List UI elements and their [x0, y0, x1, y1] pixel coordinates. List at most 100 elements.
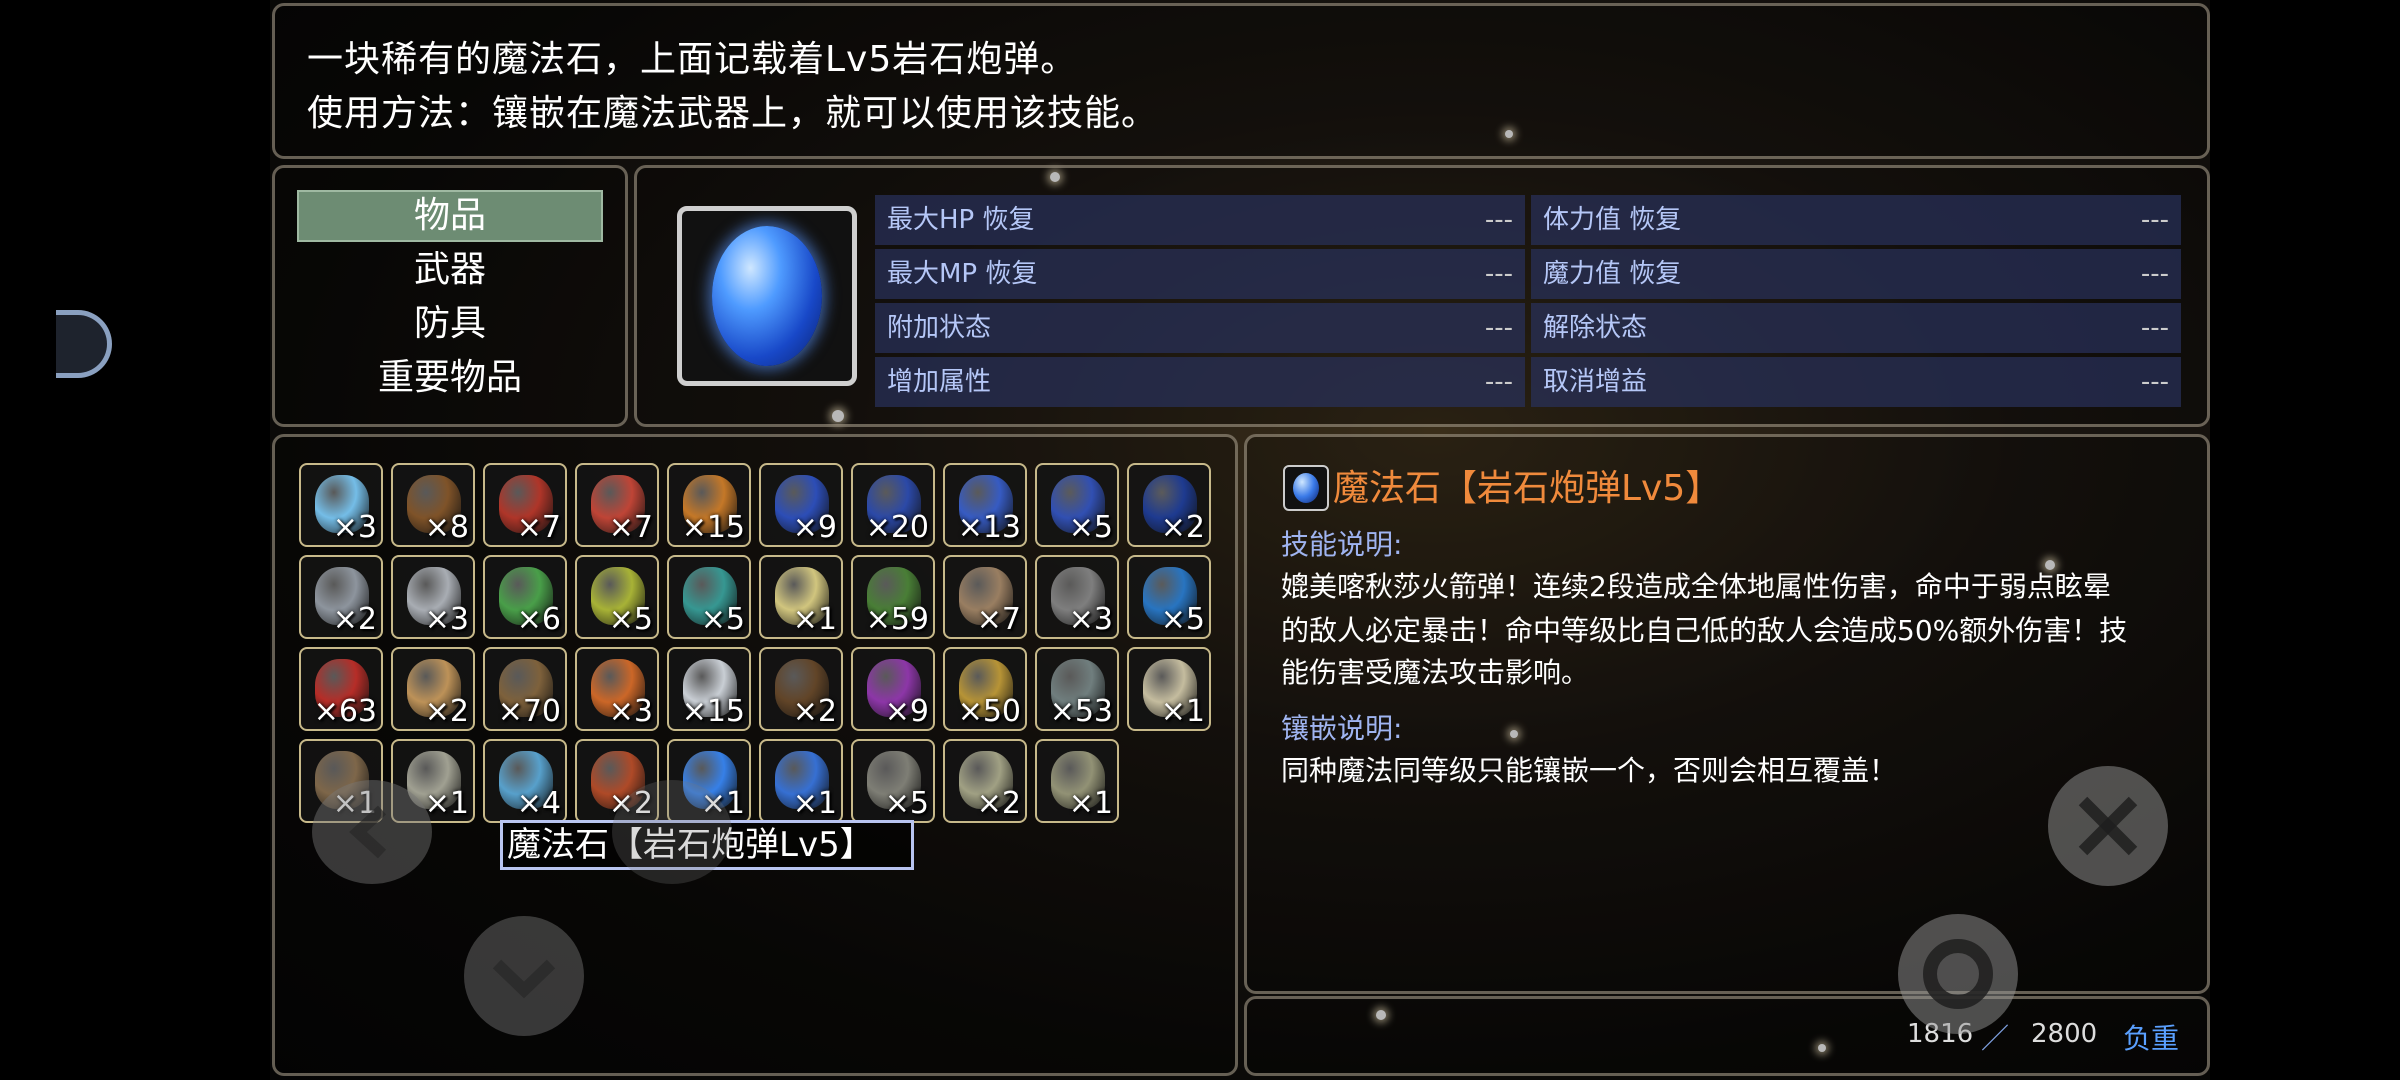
inventory-slot[interactable]: ×7	[575, 463, 659, 547]
detail-title: 魔法石【岩石炮弹Lv5】	[1333, 468, 1722, 509]
help-line-2: 使用方法：镶嵌在魔法武器上，就可以使用该技能。	[307, 93, 1159, 134]
item-count: ×2	[332, 602, 377, 637]
item-count: ×1	[792, 786, 837, 821]
inventory-slot[interactable]: ×7	[483, 463, 567, 547]
item-count: ×5	[884, 786, 929, 821]
item-count: ×5	[608, 602, 653, 637]
weight-panel: 1816 ／ 2800 负重	[1244, 996, 2210, 1076]
inlay-text-line-1: 同种魔法同等级只能镶嵌一个，否则会相互覆盖！	[1281, 754, 1898, 787]
inventory-slot[interactable]: ×4	[483, 739, 567, 823]
inventory-slot[interactable]: ×5	[575, 555, 659, 639]
inventory-slot[interactable]: ×5	[851, 739, 935, 823]
inventory-slot[interactable]: ×7	[943, 555, 1027, 639]
chevron-down-icon	[492, 959, 556, 999]
inventory-slot[interactable]: ×5	[1127, 555, 1211, 639]
skill-text-line-3: 能伤害受魔法攻击影响。	[1281, 656, 1590, 689]
inventory-slot[interactable]: ×2	[299, 555, 383, 639]
inventory-slot[interactable]: ×50	[943, 647, 1027, 731]
item-count: ×9	[792, 510, 837, 545]
chevron-left-icon	[349, 805, 387, 859]
confirm-button[interactable]	[1898, 914, 2018, 1034]
item-count: ×20	[865, 510, 929, 545]
inlay-heading: 镶嵌说明:	[1281, 712, 1403, 745]
item-count: ×15	[681, 694, 745, 729]
inventory-slot[interactable]: ×53	[1035, 647, 1119, 731]
item-count: ×2	[424, 694, 469, 729]
category-key-items[interactable]: 重要物品	[297, 352, 603, 404]
stat-row: 魔力值 恢复 ---	[1531, 249, 2181, 299]
inventory-slot[interactable]: ×8	[391, 463, 475, 547]
inventory-slot[interactable]: ×3	[391, 555, 475, 639]
item-count: ×59	[865, 602, 929, 637]
stat-label: 最大HP 恢复	[887, 205, 1035, 235]
inventory-slot[interactable]: ×3	[299, 463, 383, 547]
inventory-slot[interactable]: ×2	[1127, 463, 1211, 547]
item-count: ×5	[1068, 510, 1113, 545]
item-count: ×2	[976, 786, 1021, 821]
item-count: ×1	[1068, 786, 1113, 821]
inventory-slot[interactable]: ×1	[1035, 739, 1119, 823]
inventory-slot[interactable]: ×1	[759, 555, 843, 639]
item-count: ×3	[332, 510, 377, 545]
category-items[interactable]: 物品	[297, 190, 603, 242]
inventory-slot[interactable]: ×13	[943, 463, 1027, 547]
category-weapons[interactable]: 武器	[297, 244, 603, 296]
item-count: ×8	[424, 510, 469, 545]
item-count: ×7	[516, 510, 561, 545]
inventory-slot[interactable]: ×1	[759, 739, 843, 823]
inventory-slot[interactable]: ×15	[667, 463, 751, 547]
stat-value: ---	[1484, 259, 1513, 289]
item-count: ×3	[424, 602, 469, 637]
inventory-slot[interactable]: ×20	[851, 463, 935, 547]
item-portrait	[677, 206, 857, 386]
left-arrow-button[interactable]	[312, 780, 432, 884]
magic-stone-icon	[712, 226, 822, 366]
item-count: ×13	[957, 510, 1021, 545]
inventory-slot[interactable]: ×6	[483, 555, 567, 639]
item-count: ×1	[1160, 694, 1205, 729]
close-button[interactable]	[2048, 766, 2168, 886]
stat-label: 附加状态	[887, 313, 992, 343]
item-count: ×1	[424, 786, 469, 821]
help-line-1: 一块稀有的魔法石，上面记载着Lv5岩石炮弹。	[307, 39, 1078, 80]
stat-value: ---	[1484, 205, 1513, 235]
inventory-slot[interactable]: ×63	[299, 647, 383, 731]
stat-value: ---	[2140, 313, 2169, 343]
item-count: ×4	[516, 786, 561, 821]
skill-text-line-1: 媲美喀秋莎火箭弹！连续2段造成全体地属性伤害，命中于弱点眩晕	[1281, 570, 2111, 603]
stat-row: 附加状态 ---	[875, 303, 1525, 353]
inventory-slot[interactable]: ×59	[851, 555, 935, 639]
weight-label: 负重	[2123, 1022, 2180, 1055]
item-count: ×7	[608, 510, 653, 545]
stat-value: ---	[1484, 367, 1513, 397]
skill-heading: 技能说明:	[1281, 528, 1403, 561]
item-count: ×53	[1049, 694, 1113, 729]
inventory-slot[interactable]: ×5	[667, 555, 751, 639]
inventory-slot[interactable]: ×70	[483, 647, 567, 731]
category-armor[interactable]: 防具	[297, 298, 603, 350]
inventory-slot[interactable]: ×3	[575, 647, 659, 731]
inventory-slot[interactable]: ×3	[1035, 555, 1119, 639]
item-stats-panel: 最大HP 恢复 --- 体力值 恢复 --- 最大MP 恢复 --- 魔力值 恢…	[634, 165, 2210, 427]
inventory-slot[interactable]: ×9	[851, 647, 935, 731]
inventory-slot[interactable]: ×9	[759, 463, 843, 547]
item-help-panel: 一块稀有的魔法石，上面记载着Lv5岩石炮弹。 使用方法：镶嵌在魔法武器上，就可以…	[272, 3, 2210, 159]
inventory-slot[interactable]: ×2	[391, 647, 475, 731]
inventory-slot[interactable]: ×15	[667, 647, 751, 731]
stat-label: 增加属性	[887, 367, 992, 397]
inventory-slot[interactable]: ×2	[943, 739, 1027, 823]
item-count: ×50	[957, 694, 1021, 729]
up-arrow-button[interactable]	[612, 780, 732, 884]
inventory-slot[interactable]: ×5	[1035, 463, 1119, 547]
down-arrow-button[interactable]	[464, 916, 584, 1036]
inventory-slot[interactable]: ×2	[759, 647, 843, 731]
inventory-slot[interactable]: ×1	[1127, 647, 1211, 731]
inventory-panel: ×3 ×8 ×7 ×7 ×15 ×9 ×20 ×13 ×5 ×2 ×2 ×3 ×6 ×5 ×5 ×1 ×59 ×7…	[272, 434, 1238, 1076]
item-count: ×70	[497, 694, 561, 729]
item-count: ×3	[1068, 602, 1113, 637]
stat-row: 取消增益 ---	[1531, 357, 2181, 407]
close-icon	[2078, 796, 2138, 856]
category-menu: 物品 武器 防具 重要物品	[272, 165, 628, 427]
stat-row: 最大HP 恢复 ---	[875, 195, 1525, 245]
floating-menu-button[interactable]	[56, 310, 112, 378]
